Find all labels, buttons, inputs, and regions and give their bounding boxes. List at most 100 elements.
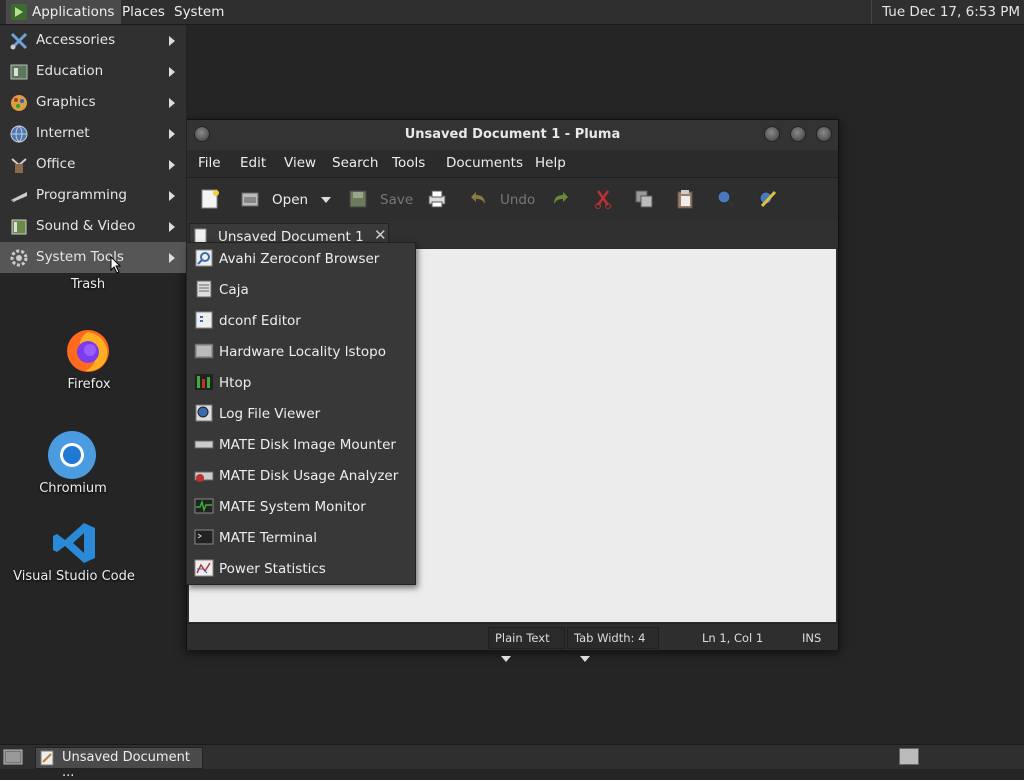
- programming-icon: [10, 192, 27, 203]
- accessories-icon: [10, 32, 28, 50]
- disk-mounter-icon: [194, 440, 214, 449]
- firefox-label[interactable]: Firefox: [48, 377, 130, 392]
- close-button[interactable]: [816, 126, 832, 142]
- internet-icon: [10, 125, 28, 143]
- places-menu-button[interactable]: Places: [116, 0, 171, 24]
- menu-edit[interactable]: Edit: [240, 155, 266, 171]
- maximize-button[interactable]: [790, 126, 806, 142]
- menu-category-label: Graphics: [36, 94, 96, 110]
- save-icon[interactable]: [347, 188, 369, 210]
- vscode-icon[interactable]: [51, 521, 97, 565]
- graphics-icon: [11, 95, 27, 111]
- vscode-label[interactable]: Visual Studio Code: [10, 569, 138, 584]
- submenu-item-label: Hardware Locality lstopo: [219, 344, 386, 360]
- open-button-label[interactable]: Open: [272, 192, 308, 208]
- find-icon[interactable]: [715, 188, 737, 210]
- language-selector[interactable]: Plain Text: [488, 627, 565, 662]
- htop-icon: [195, 374, 213, 390]
- submenu-item-label: dconf Editor: [219, 313, 301, 329]
- chromium-icon[interactable]: [47, 430, 97, 480]
- submenu-item-lstopo[interactable]: Hardware Locality lstopo: [187, 336, 415, 367]
- chromium-label[interactable]: Chromium: [30, 481, 116, 496]
- show-desktop-icon[interactable]: [3, 748, 23, 766]
- copy-icon[interactable]: [633, 188, 655, 210]
- submenu-item-system-monitor[interactable]: MATE System Monitor: [187, 491, 415, 522]
- workspace-switcher[interactable]: [899, 748, 919, 765]
- undo-button-label[interactable]: Undo: [500, 192, 535, 208]
- print-icon[interactable]: [426, 188, 448, 210]
- undo-icon[interactable]: [467, 188, 489, 210]
- menu-category-label: Programming: [36, 187, 127, 203]
- submenu-item-label: Avahi Zeroconf Browser: [219, 251, 380, 267]
- find-replace-icon[interactable]: [757, 188, 779, 210]
- submenu-arrow-icon: [169, 36, 175, 46]
- language-label: Plain Text: [495, 631, 550, 645]
- clock[interactable]: Tue Dec 17, 6:53 PM: [871, 0, 1024, 24]
- menu-category-system-tools[interactable]: System Tools: [0, 242, 186, 273]
- submenu-item-avahi[interactable]: Avahi Zeroconf Browser: [187, 243, 415, 274]
- submenu-item-dconf[interactable]: dconf Editor: [187, 305, 415, 336]
- toolbar: Open Save Undo: [187, 177, 838, 223]
- system-tools-submenu: Avahi Zeroconf Browser Caja dconf Editor…: [186, 242, 416, 585]
- open-icon[interactable]: [239, 188, 261, 210]
- mouse-cursor-icon: [110, 256, 122, 274]
- statusbar: Plain Text Tab Width: 4 Ln 1, Col 1 INS: [187, 623, 838, 662]
- menu-category-internet[interactable]: Internet: [0, 118, 186, 149]
- menu-category-label: Accessories: [36, 32, 116, 48]
- menu-help[interactable]: Help: [535, 155, 566, 171]
- paste-icon[interactable]: [674, 188, 696, 210]
- caja-icon: [196, 280, 212, 298]
- menu-view[interactable]: View: [284, 155, 316, 171]
- open-recent-dropdown[interactable]: [321, 197, 331, 203]
- avahi-icon: [195, 249, 213, 267]
- submenu-item-log-viewer[interactable]: Log File Viewer: [187, 398, 415, 429]
- log-viewer-icon: [195, 404, 213, 422]
- submenu-item-disk-mounter[interactable]: MATE Disk Image Mounter: [187, 429, 415, 460]
- redo-icon[interactable]: [550, 188, 572, 210]
- save-button-label[interactable]: Save: [380, 192, 413, 208]
- menu-category-programming[interactable]: Programming: [0, 180, 186, 211]
- submenu-item-power-stats[interactable]: Power Statistics: [187, 553, 415, 584]
- tab-width-selector[interactable]: Tab Width: 4: [567, 627, 659, 662]
- submenu-arrow-icon: [169, 129, 175, 139]
- chevron-down-icon: [501, 655, 511, 662]
- dconf-icon: [195, 311, 213, 329]
- window-titlebar[interactable]: Unsaved Document 1 - Pluma: [187, 120, 838, 150]
- menu-category-office[interactable]: Office: [0, 149, 186, 180]
- office-icon: [11, 158, 27, 173]
- menubar: File Edit View Search Tools Documents He…: [187, 150, 838, 176]
- menu-documents[interactable]: Documents: [446, 155, 523, 171]
- menu-tools[interactable]: Tools: [392, 155, 425, 171]
- submenu-item-label: MATE Disk Image Mounter: [219, 437, 396, 453]
- system-menu-button[interactable]: System: [168, 0, 230, 24]
- menu-category-label: Office: [36, 156, 76, 172]
- menu-search[interactable]: Search: [332, 155, 378, 171]
- education-icon: [10, 64, 28, 80]
- minimize-button[interactable]: [764, 126, 780, 142]
- trash-label[interactable]: Trash: [58, 277, 118, 292]
- submenu-arrow-icon: [169, 98, 175, 108]
- submenu-item-disk-usage[interactable]: MATE Disk Usage Analyzer: [187, 460, 415, 491]
- submenu-arrow-icon: [169, 67, 175, 77]
- lstopo-icon: [194, 343, 214, 359]
- menu-category-graphics[interactable]: Graphics: [0, 87, 186, 118]
- top-panel: Applications Places System Tue Dec 17, 6…: [0, 0, 1024, 25]
- bottom-panel: Unsaved Document ...: [0, 744, 1024, 780]
- taskbar-item-pluma[interactable]: Unsaved Document ...: [35, 747, 203, 780]
- firefox-icon[interactable]: [64, 326, 112, 374]
- window-title: Unsaved Document 1 - Pluma: [404, 127, 621, 142]
- applications-menu-button[interactable]: Applications: [6, 0, 122, 24]
- new-document-icon[interactable]: [199, 188, 221, 210]
- submenu-item-htop[interactable]: Htop: [187, 367, 415, 398]
- cut-icon[interactable]: [592, 188, 614, 210]
- menu-category-label: Sound & Video: [36, 218, 136, 234]
- disk-usage-icon: [194, 471, 214, 482]
- menu-category-sound-video[interactable]: Sound & Video: [0, 211, 186, 242]
- power-stats-icon: [194, 559, 214, 577]
- menu-category-accessories[interactable]: Accessories: [0, 25, 186, 56]
- submenu-item-terminal[interactable]: MATE Terminal: [187, 522, 415, 553]
- menu-category-education[interactable]: Education: [0, 56, 186, 87]
- menu-file[interactable]: File: [198, 155, 221, 171]
- submenu-item-caja[interactable]: Caja: [187, 274, 415, 305]
- system-monitor-icon: [194, 498, 214, 514]
